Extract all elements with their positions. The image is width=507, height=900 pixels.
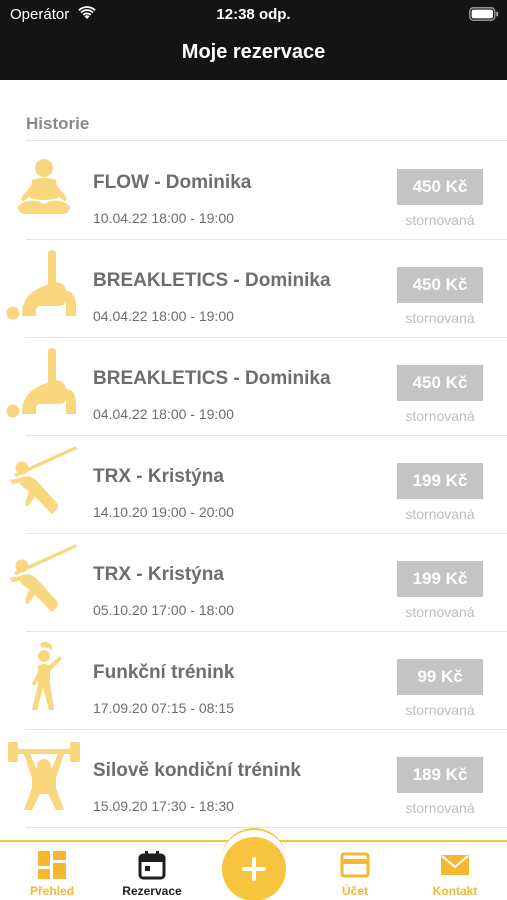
tab-label: Kontakt xyxy=(432,884,478,898)
reservation-time: 14.10.20 19:00 - 20:00 xyxy=(93,504,234,520)
reservation-title: TRX - Kristýna xyxy=(93,564,224,585)
reservation-time: 05.10.20 17:00 - 18:00 xyxy=(93,602,234,618)
reservation-time: 10.04.22 18:00 - 19:00 xyxy=(93,210,234,226)
reservation-title: BREAKLETICS - Dominika xyxy=(93,368,331,389)
breakletics-exercise-icon xyxy=(6,348,76,418)
reservation-row[interactable]: TRX - Kristýna 14.10.20 19:00 - 20:00 19… xyxy=(0,436,507,534)
price-badge: 199 Kč xyxy=(397,561,483,597)
reservation-time: 04.04.22 18:00 - 19:00 xyxy=(93,406,234,422)
section-header-history: Historie xyxy=(26,114,90,133)
status-label: stornovaná xyxy=(405,408,475,424)
reservation-row[interactable]: BREAKLETICS - Dominika 04.04.22 18:00 - … xyxy=(0,240,507,338)
tab-label: Rezervace xyxy=(122,884,182,898)
status-label: stornovaná xyxy=(405,310,475,326)
tab-label: Přehled xyxy=(29,884,74,898)
price-badge: 450 Kč xyxy=(397,267,483,303)
price-badge: 189 Kč xyxy=(397,757,483,793)
reservation-title: TRX - Kristýna xyxy=(93,466,224,487)
functional-stretch-icon xyxy=(32,641,62,710)
envelope-icon xyxy=(441,855,469,875)
price-badge: 99 Kč xyxy=(397,659,483,695)
trx-suspension-icon xyxy=(10,446,77,514)
tab-label: Účet xyxy=(341,884,368,898)
yoga-meditation-icon xyxy=(18,159,70,214)
reservation-row[interactable]: Funkční trénink 17.09.20 07:15 - 08:15 9… xyxy=(0,632,507,730)
battery-icon xyxy=(469,7,499,21)
tab-prehled[interactable]: Přehled xyxy=(2,842,102,900)
dashboard-grid-icon xyxy=(38,851,66,879)
reservation-row[interactable]: FLOW - Dominika 10.04.22 18:00 - 19:00 4… xyxy=(0,142,507,240)
tab-ucet[interactable]: Účet xyxy=(305,842,405,900)
trx-suspension-icon xyxy=(10,544,77,612)
breakletics-exercise-icon xyxy=(6,250,76,320)
tab-kontakt[interactable]: Kontakt xyxy=(405,842,505,900)
reservation-title: BREAKLETICS - Dominika xyxy=(93,270,331,291)
section-divider xyxy=(26,140,507,141)
reservation-time: 04.04.22 18:00 - 19:00 xyxy=(93,308,234,324)
status-label: stornovaná xyxy=(405,212,475,228)
reservation-row[interactable]: Silově kondiční trénink 15.09.20 17:30 -… xyxy=(0,730,507,828)
reservation-row[interactable]: TRX - Kristýna 05.10.20 17:00 - 18:00 19… xyxy=(0,534,507,632)
reservation-time: 17.09.20 07:15 - 08:15 xyxy=(93,700,234,716)
reservation-title: Silově kondiční trénink xyxy=(93,760,301,781)
reservation-title: FLOW - Dominika xyxy=(93,172,252,193)
reservations-list[interactable]: Historie FLOW - Dominika 10.04.22 18:00 … xyxy=(0,80,507,840)
price-badge: 199 Kč xyxy=(397,463,483,499)
status-bar: Operátor 12:38 odp. xyxy=(0,0,507,28)
credit-card-icon xyxy=(340,852,370,878)
status-label: stornovaná xyxy=(405,604,475,620)
status-label: stornovaná xyxy=(405,800,475,816)
price-badge: 450 Kč xyxy=(397,365,483,401)
weightlifting-icon xyxy=(8,742,80,810)
row-divider xyxy=(26,827,507,828)
navigation-bar: Moje rezervace xyxy=(0,28,507,80)
reservation-time: 15.09.20 17:30 - 18:30 xyxy=(93,798,234,814)
calendar-icon xyxy=(138,851,166,880)
status-time: 12:38 odp. xyxy=(216,6,291,23)
reservation-title: Funkční trénink xyxy=(93,662,235,683)
status-label: stornovaná xyxy=(405,702,475,718)
page-title: Moje rezervace xyxy=(181,41,326,63)
reservation-row[interactable]: BREAKLETICS - Dominika 04.04.22 18:00 - … xyxy=(0,338,507,436)
price-badge: 450 Kč xyxy=(397,169,483,205)
add-reservation-button[interactable] xyxy=(222,837,286,900)
tab-rezervace[interactable]: Rezervace xyxy=(102,842,202,900)
status-label: stornovaná xyxy=(405,506,475,522)
